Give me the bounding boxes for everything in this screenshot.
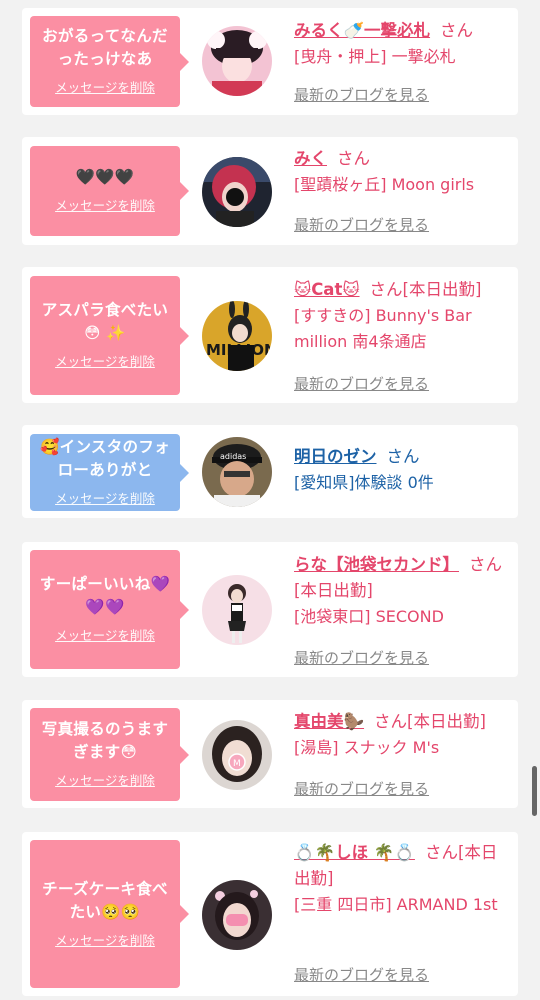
avatar[interactable] xyxy=(202,157,272,227)
sender-name-link[interactable]: 明日のゼン xyxy=(294,447,377,466)
sender-name-link[interactable]: 真由美🦫 xyxy=(294,712,364,731)
sender-info: みるく🍼一撃必札 さん [曳舟・押上] 一撃必札 xyxy=(294,18,508,70)
shop-label: [湯島] スナック M's xyxy=(294,738,440,757)
avatar[interactable] xyxy=(202,575,272,645)
shop-label: [曳舟・押上] 一撃必札 xyxy=(294,47,456,66)
delete-message-link[interactable]: メッセージを削除 xyxy=(55,770,155,789)
sender-info: 真由美🦫 さん[本日出勤] [湯島] スナック M's xyxy=(294,709,508,761)
latest-blog-link[interactable]: 最新のブログを見る xyxy=(294,214,429,235)
honorific: さん xyxy=(369,280,403,299)
honorific: さん xyxy=(440,21,474,40)
message-text: チーズケーキ食べたい🥺🥺 xyxy=(42,879,168,921)
shop-label: [すすきの] Bunny's Bar million 南4条通店 xyxy=(294,306,472,351)
message-text: おがるってなんだったっけなあ xyxy=(42,27,168,68)
honorific: さん xyxy=(374,712,408,731)
message-bubble: アスパラ食べたい😳 ✨ メッセージを削除 xyxy=(30,276,189,395)
sender-info: らな【池袋セカンド】 さん [本日出勤] [池袋東口] SECOND xyxy=(294,552,508,630)
shop-label: [池袋東口] SECOND xyxy=(294,607,444,626)
message-bubble: 🖤🖤🖤 メッセージを削除 xyxy=(30,146,189,236)
sender-name-link[interactable]: みるく🍼一撃必札 xyxy=(294,21,430,40)
avatar[interactable] xyxy=(202,880,272,950)
svg-text:adidas: adidas xyxy=(220,452,246,461)
latest-blog-link[interactable]: 最新のブログを見る xyxy=(294,964,429,985)
delete-message-link[interactable]: メッセージを削除 xyxy=(55,488,155,507)
sender-info: みく さん [聖蹟桜ヶ丘] Moon girls xyxy=(294,146,508,198)
delete-message-link[interactable]: メッセージを削除 xyxy=(55,77,155,96)
message-card: おがるってなんだったっけなあ メッセージを削除 みるく🍼一撃必札 さん [曳舟・押… xyxy=(22,8,518,115)
message-card: 🖤🖤🖤 メッセージを削除 みく さん [聖蹟桜ヶ丘] Moon girls 最新の… xyxy=(22,137,518,245)
avatar[interactable]: MILLION xyxy=(202,301,272,371)
delete-message-link[interactable]: メッセージを削除 xyxy=(55,625,155,644)
scrollbar[interactable] xyxy=(532,766,537,816)
message-card: アスパラ食べたい😳 ✨ メッセージを削除 MILLION 🐱Cat🐱 さん[本日出… xyxy=(22,267,518,403)
honorific: さん xyxy=(337,149,370,168)
avatar[interactable]: M xyxy=(202,720,272,790)
shop-label: [聖蹟桜ヶ丘] Moon girls xyxy=(294,175,475,194)
sender-info: 🐱Cat🐱 さん[本日出勤] [すすきの] Bunny's Bar million… xyxy=(294,277,508,355)
status-label: [本日出勤] xyxy=(402,280,482,299)
message-bubble: チーズケーキ食べたい🥺🥺 メッセージを削除 xyxy=(30,840,189,988)
shop-label: [愛知県]体験談 0件 xyxy=(294,473,434,492)
status-label: [本日出勤] xyxy=(294,581,373,600)
sender-name-link[interactable]: 💍🌴しほ 🌴💍 xyxy=(294,843,415,862)
latest-blog-link[interactable]: 最新のブログを見る xyxy=(294,373,429,394)
sender-info: 💍🌴しほ 🌴💍 さん[本日出勤] [三重 四日市] ARMAND 1st xyxy=(294,840,508,918)
message-bubble: 🥰インスタのフォローありがと メッセージを削除 xyxy=(30,434,189,511)
status-label: [本日出勤] xyxy=(407,712,486,731)
svg-text:M: M xyxy=(233,759,241,769)
latest-blog-link[interactable]: 最新のブログを見る xyxy=(294,84,429,105)
honorific: さん xyxy=(469,555,502,574)
message-bubble: すーぱーいいね💜💜💜 メッセージを削除 xyxy=(30,550,189,669)
sender-info: 明日のゼン さん [愛知県]体験談 0件 xyxy=(294,444,508,496)
delete-message-link[interactable]: メッセージを削除 xyxy=(55,930,155,949)
message-card: チーズケーキ食べたい🥺🥺 メッセージを削除 💍🌴しほ 🌴💍 さん[本日出勤] [三… xyxy=(22,832,518,996)
message-card: すーぱーいいね💜💜💜 メッセージを削除 らな【池袋セカンド】 さん [本日出勤] [… xyxy=(22,542,518,677)
message-bubble: 写真撮るのうますぎます😳 メッセージを削除 xyxy=(30,708,189,801)
sender-name-link[interactable]: らな【池袋セカンド】 xyxy=(294,555,459,574)
message-text: 写真撮るのうますぎます😳 xyxy=(41,720,169,761)
honorific: さん xyxy=(386,447,420,466)
message-bubble: おがるってなんだったっけなあ メッセージを削除 xyxy=(30,16,189,107)
delete-message-link[interactable]: メッセージを削除 xyxy=(55,351,155,370)
avatar[interactable] xyxy=(202,26,272,96)
message-card: 写真撮るのうますぎます😳 メッセージを削除 M 真由美🦫 さん[本日出勤] [湯島… xyxy=(22,700,518,808)
latest-blog-link[interactable]: 最新のブログを見る xyxy=(294,778,429,799)
message-card: 🥰インスタのフォローありがと メッセージを削除 adidas 明日のゼン さん [… xyxy=(22,425,518,518)
avatar[interactable]: adidas xyxy=(202,437,272,507)
sender-name-link[interactable]: みく xyxy=(294,149,327,168)
latest-blog-link[interactable]: 最新のブログを見る xyxy=(294,647,429,668)
message-text: 🖤🖤🖤 xyxy=(75,168,135,186)
sender-name-link[interactable]: 🐱Cat🐱 xyxy=(294,280,360,299)
shop-label: [三重 四日市] ARMAND 1st xyxy=(294,895,498,914)
message-text: すーぱーいいね💜💜💜 xyxy=(39,575,171,616)
message-text: 🥰インスタのフォローありがと xyxy=(40,438,170,479)
message-text: アスパラ食べたい😳 ✨ xyxy=(41,301,169,342)
honorific: さん xyxy=(424,843,458,862)
delete-message-link[interactable]: メッセージを削除 xyxy=(55,195,155,214)
